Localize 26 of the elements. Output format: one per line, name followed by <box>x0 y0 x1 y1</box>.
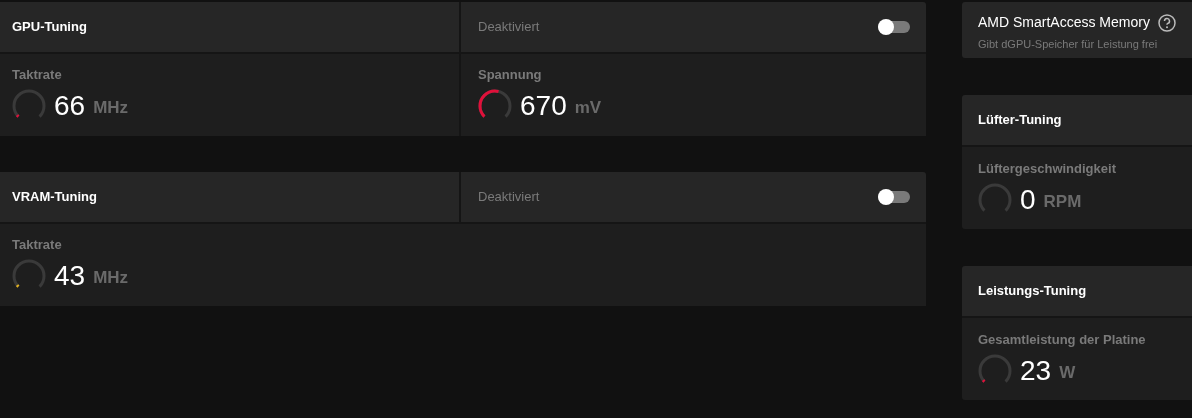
panel-title: Lüfter-Tuning <box>978 111 1062 130</box>
metric-unit: MHz <box>93 97 129 120</box>
metric-unit: W <box>1059 362 1076 385</box>
metric-label: Taktrate <box>12 67 63 83</box>
status-label: Deaktiviert <box>478 18 541 37</box>
status-label: Deaktiviert <box>478 188 541 207</box>
metric-value: 43 <box>54 260 86 292</box>
feature-title: AMD SmartAccess Memory <box>978 13 1150 32</box>
metric-label: Spannung <box>478 67 543 83</box>
metric-value: 670 <box>520 90 567 122</box>
panel-title: VRAM-Tuning <box>12 188 97 207</box>
metric-value: 0 <box>1020 184 1036 216</box>
help-icon[interactable] <box>1157 13 1176 32</box>
panel-title: GPU-Tuning <box>12 18 87 37</box>
metric-label: Lüftergeschwindigkeit <box>978 161 1117 177</box>
feature-description: Gibt dGPU-Speicher für Leistung frei <box>978 37 1159 52</box>
metric-value: 66 <box>54 90 86 122</box>
metric-unit: MHz <box>93 267 129 290</box>
panel-title: Leistungs-Tuning <box>978 282 1087 301</box>
metric-label: Gesamtleistung der Platine <box>978 332 1147 348</box>
metric-unit: RPM <box>1043 191 1082 214</box>
metric-label: Taktrate <box>12 237 63 253</box>
toggle-switch[interactable] <box>878 191 910 203</box>
toggle-switch[interactable] <box>878 21 910 33</box>
metric-value: 23 <box>1020 355 1052 387</box>
metric-unit: mV <box>574 97 602 120</box>
